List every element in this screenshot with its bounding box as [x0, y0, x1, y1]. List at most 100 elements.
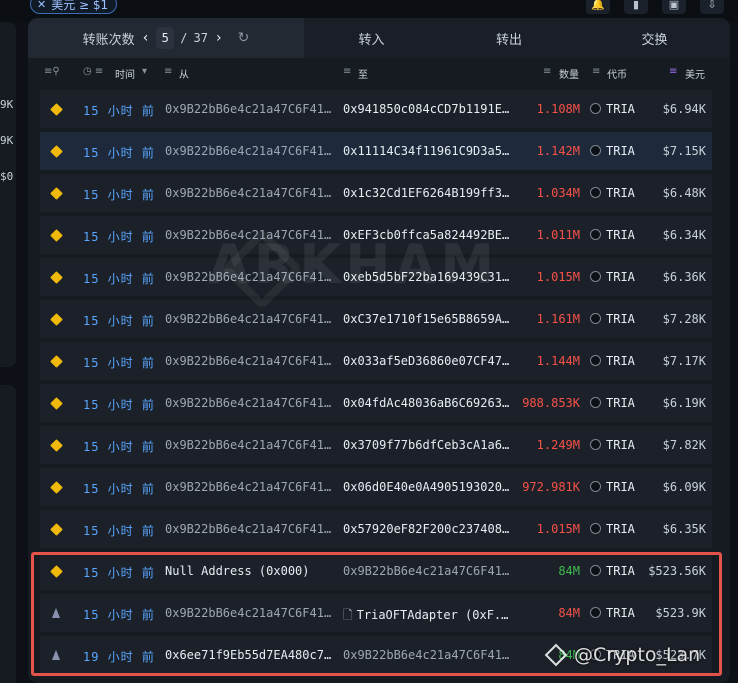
row-token[interactable]: TRIA [590, 270, 635, 284]
row-from[interactable]: 0x9B22bB6e4c21a47C6F41... [165, 522, 333, 536]
bookmark-icon[interactable]: ▮ [624, 0, 648, 14]
row-time[interactable]: 15 小时 前 [83, 354, 155, 371]
row-to[interactable]: 0x06d0E40e0A4905193020... [343, 480, 511, 494]
row-token[interactable]: TRIA [590, 228, 635, 242]
tab-swaps[interactable]: 交换 [579, 18, 730, 58]
row-token[interactable]: TRIA [590, 396, 635, 410]
row-from[interactable]: 0x9B22bB6e4c21a47C6F41... [165, 186, 333, 200]
row-to[interactable]: 0x9B22bB6e4c21a47C6F41... [343, 564, 511, 578]
row-to[interactable]: 🗋 TriaOFTAdapter (0xF... [343, 606, 511, 627]
row-token-label: TRIA [606, 228, 635, 242]
row-from[interactable]: Null Address (0x000) [165, 564, 333, 578]
row-time[interactable]: 15 小时 前 [83, 480, 155, 497]
row-to[interactable]: 0x1c32Cd1EF6264B199ff3... [343, 186, 511, 200]
col-to[interactable]: 至 [358, 66, 368, 81]
row-token[interactable]: TRIA [590, 144, 635, 158]
row-from[interactable]: 0x9B22bB6e4c21a47C6F41... [165, 354, 333, 368]
row-from[interactable]: 0x9B22bB6e4c21a47C6F41... [165, 396, 333, 410]
filter-icon[interactable]: ≡⚲ [44, 66, 60, 77]
row-from[interactable]: 0x9B22bB6e4c21a47C6F41... [165, 102, 333, 116]
table-row[interactable]: 15 小时 前 0x9B22bB6e4c21a47C6F41... 0x06d0E4… [40, 468, 712, 506]
row-to[interactable]: 0x941850c084cCD7b1191E... [343, 102, 511, 116]
filter-icon[interactable]: ≡ [669, 66, 677, 77]
col-amount[interactable]: 数量 [559, 66, 579, 81]
col-usd[interactable]: 美元 [685, 66, 705, 81]
row-from[interactable]: 0x9B22bB6e4c21a47C6F41... [165, 480, 333, 494]
page-current[interactable]: 5 [156, 27, 175, 49]
row-token[interactable]: TRIA [590, 522, 635, 536]
row-from[interactable]: 0x9B22bB6e4c21a47C6F41... [165, 228, 333, 242]
tab-outflow[interactable]: 转出 [439, 18, 579, 58]
filter-icon[interactable]: ≡ [592, 66, 600, 77]
table-row[interactable]: 15 小时 前 0x9B22bB6e4c21a47C6F41... 0x1c32Cd… [40, 174, 712, 212]
table-row[interactable]: 15 小时 前 0x9B22bB6e4c21a47C6F41... 0x11114C… [40, 132, 712, 170]
row-token[interactable]: TRIA [590, 312, 635, 326]
table-row[interactable]: 15 小时 前 0x9B22bB6e4c21a47C6F41... 0x033af5… [40, 342, 712, 380]
table-row[interactable]: 15 小时 前 Null Address (0x000) 0x9B22bB6e4c2… [40, 552, 712, 590]
row-from[interactable]: 0x9B22bB6e4c21a47C6F41... [165, 270, 333, 284]
row-from[interactable]: 0x9B22bB6e4c21a47C6F41... [165, 312, 333, 326]
filter-icon[interactable]: ≡ [164, 66, 172, 77]
row-time[interactable]: 15 小时 前 [83, 312, 155, 329]
bnb-chain-icon [50, 355, 63, 368]
table-row[interactable]: 15 小时 前 0x9B22bB6e4c21a47C6F41... 0x941850… [40, 90, 712, 128]
table-row[interactable]: 15 小时 前 0x9B22bB6e4c21a47C6F41... 0xC37e17… [40, 300, 712, 338]
tab-inflow[interactable]: 转入 [304, 18, 439, 58]
save-icon[interactable]: ▣ [662, 0, 686, 14]
row-token[interactable]: TRIA [590, 102, 635, 116]
row-time[interactable]: 15 小时 前 [83, 186, 155, 203]
row-time[interactable]: 15 小时 前 [83, 564, 155, 581]
chevron-left-icon[interactable]: ‹ [141, 30, 151, 46]
row-token[interactable]: TRIA [590, 564, 635, 578]
row-time[interactable]: 15 小时 前 [83, 228, 155, 245]
close-icon[interactable]: ✕ [37, 0, 46, 11]
row-from[interactable]: 0x9B22bB6e4c21a47C6F41... [165, 438, 333, 452]
row-to[interactable]: 0x11114C34f11961C9D3a5... [343, 144, 511, 158]
row-to[interactable]: 0x3709f77b6dfCeb3cA1a6... [343, 438, 511, 452]
row-to[interactable]: 0x033af5eD36860e07CF47... [343, 354, 511, 368]
row-token[interactable]: TRIA [590, 438, 635, 452]
row-time[interactable]: 15 小时 前 [83, 270, 155, 287]
row-time[interactable]: 19 小时 前 [83, 648, 155, 665]
row-token[interactable]: TRIA [590, 186, 635, 200]
filter-icon[interactable]: ≡ [343, 66, 351, 77]
table-row[interactable]: 15 小时 前 0x9B22bB6e4c21a47C6F41... 0x3709f7… [40, 426, 712, 464]
row-time[interactable]: 15 小时 前 [83, 144, 155, 161]
col-time[interactable]: 时间 [115, 66, 135, 81]
row-time[interactable]: 15 小时 前 [83, 102, 155, 119]
row-to[interactable]: 0xEF3cb0ffca5a824492BE... [343, 228, 511, 242]
table-row[interactable]: 15 小时 前 0x9B22bB6e4c21a47C6F41... 0xEF3cb0… [40, 216, 712, 254]
row-usd: $6.35K [662, 522, 706, 536]
col-token[interactable]: 代币 [607, 66, 627, 81]
row-to[interactable]: 0x04fdAc48036aB6C69263... [343, 396, 511, 410]
download-icon[interactable]: ⇩ [700, 0, 724, 14]
row-time[interactable]: 15 小时 前 [83, 522, 155, 539]
refresh-icon[interactable]: ↻ [238, 30, 250, 46]
col-from[interactable]: 从 [179, 66, 189, 81]
table-row[interactable]: 15 小时 前 0x9B22bB6e4c21a47C6F41... 🗋 TriaOFT… [40, 594, 712, 632]
sort-down-icon[interactable]: ▾ [142, 66, 147, 77]
row-to[interactable]: 0x9B22bB6e4c21a47C6F41... [343, 648, 511, 662]
bnb-chain-icon [50, 271, 63, 284]
row-to[interactable]: 0xC37e1710f15e65B8659A... [343, 312, 511, 326]
table-row[interactable]: 15 小时 前 0x9B22bB6e4c21a47C6F41... 0x04fdAc… [40, 384, 712, 422]
row-time[interactable]: 15 小时 前 [83, 396, 155, 413]
row-time[interactable]: 15 小时 前 [83, 606, 155, 623]
row-token[interactable]: TRIA [590, 606, 635, 620]
row-token[interactable]: TRIA [590, 354, 635, 368]
row-from[interactable]: 0x9B22bB6e4c21a47C6F41... [165, 144, 333, 158]
bell-icon[interactable]: 🔔 [586, 0, 610, 14]
row-from[interactable]: 0x6ee71f9Eb55d7EA480c7... [165, 648, 333, 662]
table-row[interactable]: 15 小时 前 0x9B22bB6e4c21a47C6F41... 0xeb5d5b… [40, 258, 712, 296]
clock-icon[interactable]: ◷ ≡ [83, 66, 103, 77]
chevron-right-icon[interactable]: › [214, 30, 224, 46]
usd-filter-chip[interactable]: ✕ 美元 ≥ $1 [30, 0, 118, 14]
row-to[interactable]: 0xeb5d5bF22ba169439C31... [343, 270, 511, 284]
row-from[interactable]: 0x9B22bB6e4c21a47C6F41... [165, 606, 333, 620]
row-time[interactable]: 15 小时 前 [83, 438, 155, 455]
filter-icon[interactable]: ≡ [543, 66, 551, 77]
tab-transfers[interactable]: 转账次数 ‹ 5 / 37 › ↻ [28, 18, 304, 58]
table-row[interactable]: 15 小时 前 0x9B22bB6e4c21a47C6F41... 0x57920e… [40, 510, 712, 548]
row-to[interactable]: 0x57920eF82F200c237408... [343, 522, 511, 536]
row-token[interactable]: TRIA [590, 480, 635, 494]
